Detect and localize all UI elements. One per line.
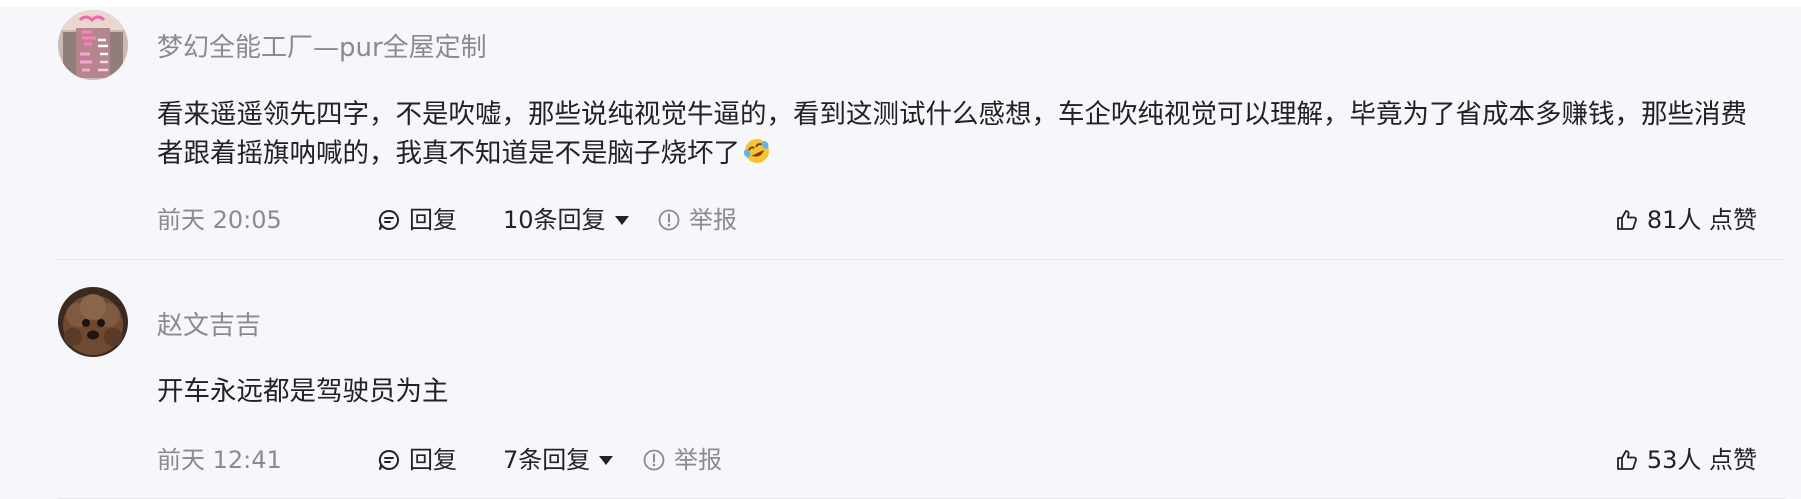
avatar[interactable]: [58, 287, 128, 357]
comment-list: 梦幻全能工厂—pur全屋定制 看来遥遥领先四字，不是吹嘘，那些说纯视觉牛逼的，看…: [0, 7, 1801, 499]
like-button[interactable]: 81人 点赞: [1615, 202, 1757, 238]
view-replies-button[interactable]: 7条回复: [503, 442, 614, 478]
dog-photo-avatar-icon: [58, 287, 128, 357]
replies-count-label: 7条回复: [503, 446, 591, 474]
report-label: 举报: [674, 446, 722, 474]
reply-button[interactable]: 回复: [377, 442, 457, 478]
comment-item: 梦幻全能工厂—pur全屋定制 看来遥遥领先四字，不是吹嘘，那些说纯视觉牛逼的，看…: [58, 7, 1785, 260]
reply-label: 回复: [409, 206, 457, 234]
like-button[interactable]: 53人 点赞: [1615, 442, 1757, 478]
reply-label: 回复: [409, 446, 457, 474]
info-circle-icon: [657, 208, 681, 232]
report-button[interactable]: 举报: [642, 442, 722, 478]
comment-bubble-icon: [377, 208, 401, 232]
report-button[interactable]: 举报: [657, 202, 737, 238]
replies-count-label: 10条回复: [503, 206, 606, 234]
username[interactable]: 赵文吉吉: [157, 305, 261, 342]
like-count-label: 53人 点赞: [1646, 446, 1757, 474]
report-label: 举报: [689, 206, 737, 234]
comment-actions: 前天 20:05 回复 10条回复 举报 81人 点赞: [157, 202, 1757, 238]
caret-down-icon: [599, 455, 614, 465]
comment-bubble-icon: [377, 448, 401, 472]
thumbs-up-icon: [1615, 208, 1639, 232]
thumbs-up-icon: [1615, 448, 1639, 472]
timestamp: 前天 20:05: [157, 206, 282, 234]
comment-item: 赵文吉吉 开车永远都是驾驶员为主 前天 12:41 回复 7条回复 举报 53人…: [58, 260, 1785, 499]
comment-text: 开车永远都是驾驶员为主: [157, 376, 449, 407]
comment-text-body: 看来遥遥领先四字，不是吹嘘，那些说纯视觉牛逼的，看到这测试什么感想，车企吹纯视觉…: [157, 99, 1747, 169]
comment-actions: 前天 12:41 回复 7条回复 举报 53人 点赞: [157, 442, 1757, 478]
reply-button[interactable]: 回复: [377, 202, 457, 238]
like-count-label: 81人 点赞: [1646, 206, 1757, 234]
rolling-on-floor-laughing-emoji-icon: [742, 136, 772, 166]
caret-down-icon: [614, 215, 629, 225]
avatar[interactable]: [58, 10, 128, 80]
username[interactable]: 梦幻全能工厂—pur全屋定制: [157, 27, 487, 64]
pink-neon-sign-avatar-icon: [58, 10, 128, 80]
view-replies-button[interactable]: 10条回复: [503, 202, 629, 238]
comment-text: 看来遥遥领先四字，不是吹嘘，那些说纯视觉牛逼的，看到这测试什么感想，车企吹纯视觉…: [157, 95, 1757, 173]
timestamp: 前天 12:41: [157, 446, 282, 474]
info-circle-icon: [642, 448, 666, 472]
